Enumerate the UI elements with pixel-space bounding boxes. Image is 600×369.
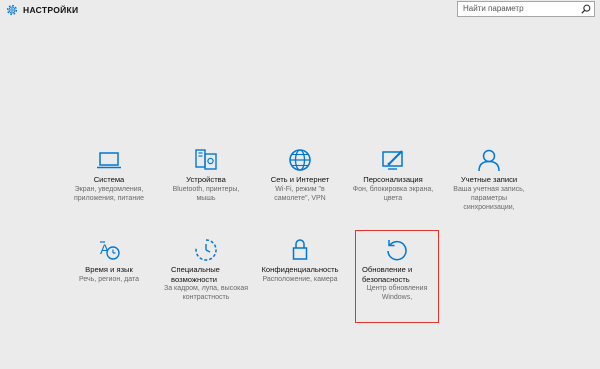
tile-name: Сеть и Интернет	[270, 175, 330, 184]
tile-name: Специальные возможности	[171, 265, 220, 284]
tile-desc: Wi-Fi, режим "в самолете", VPN	[274, 185, 326, 202]
tile-name: Устройства	[186, 175, 226, 184]
globe-icon	[289, 149, 311, 171]
search-input[interactable]: Найти параметр	[457, 1, 595, 17]
search-placeholder: Найти параметр	[463, 4, 524, 13]
person-icon	[478, 149, 500, 172]
tile-devices[interactable]: Устройства Bluetooth, принтеры, мышь	[163, 148, 249, 203]
devices-icon	[195, 149, 217, 170]
app-title: НАСТРОЙКИ	[23, 5, 79, 15]
tile-name: Время и язык	[85, 265, 133, 274]
tile-desc: Расположение, камера	[262, 275, 338, 283]
tile-accessibility[interactable]: Специальные возможности За кадром, лупа,…	[163, 238, 249, 302]
tile-desc: Bluetooth, принтеры, мышь	[172, 185, 240, 202]
tile-name: Конфиденциальность	[261, 265, 339, 274]
search-icon[interactable]	[581, 4, 591, 14]
tile-desc: Экран, уведомления, приложения, питание	[74, 185, 144, 202]
tile-privacy[interactable]: Конфиденциальность Расположение, камера	[257, 238, 343, 284]
tile-name: Персонализация	[363, 175, 423, 184]
tile-desc: Фон, блокировка экрана, цвета	[352, 185, 434, 202]
tile-time-language[interactable]: A Время и язык Речь, регион, дата	[66, 238, 152, 284]
selection-highlight	[355, 230, 439, 323]
laptop-icon	[97, 152, 121, 169]
title-bar: НАСТРОЙКИ Найти параметр	[0, 0, 600, 24]
tile-accounts[interactable]: Учетные записи Ваша учетная запись, пара…	[446, 148, 532, 212]
tile-system[interactable]: Система Экран, уведомления, приложения, …	[66, 148, 152, 203]
personalization-icon	[382, 150, 403, 170]
tile-personalization[interactable]: Персонализация Фон, блокировка экрана, ц…	[350, 148, 436, 203]
time-language-icon: A	[100, 241, 120, 260]
gear-icon	[6, 4, 18, 16]
tile-name: Система	[93, 175, 125, 184]
tile-desc: Ваша учетная запись, параметры синхрониз…	[453, 185, 525, 211]
tile-name: Учетные записи	[460, 175, 518, 184]
tile-desc: Речь, регион, дата	[79, 275, 139, 283]
accessibility-icon	[195, 239, 217, 261]
tile-desc: За кадром, лупа, высокая контрастность	[163, 285, 249, 301]
tile-network[interactable]: Сеть и Интернет Wi-Fi, режим "в самолете…	[257, 148, 343, 203]
lock-icon	[292, 239, 308, 260]
